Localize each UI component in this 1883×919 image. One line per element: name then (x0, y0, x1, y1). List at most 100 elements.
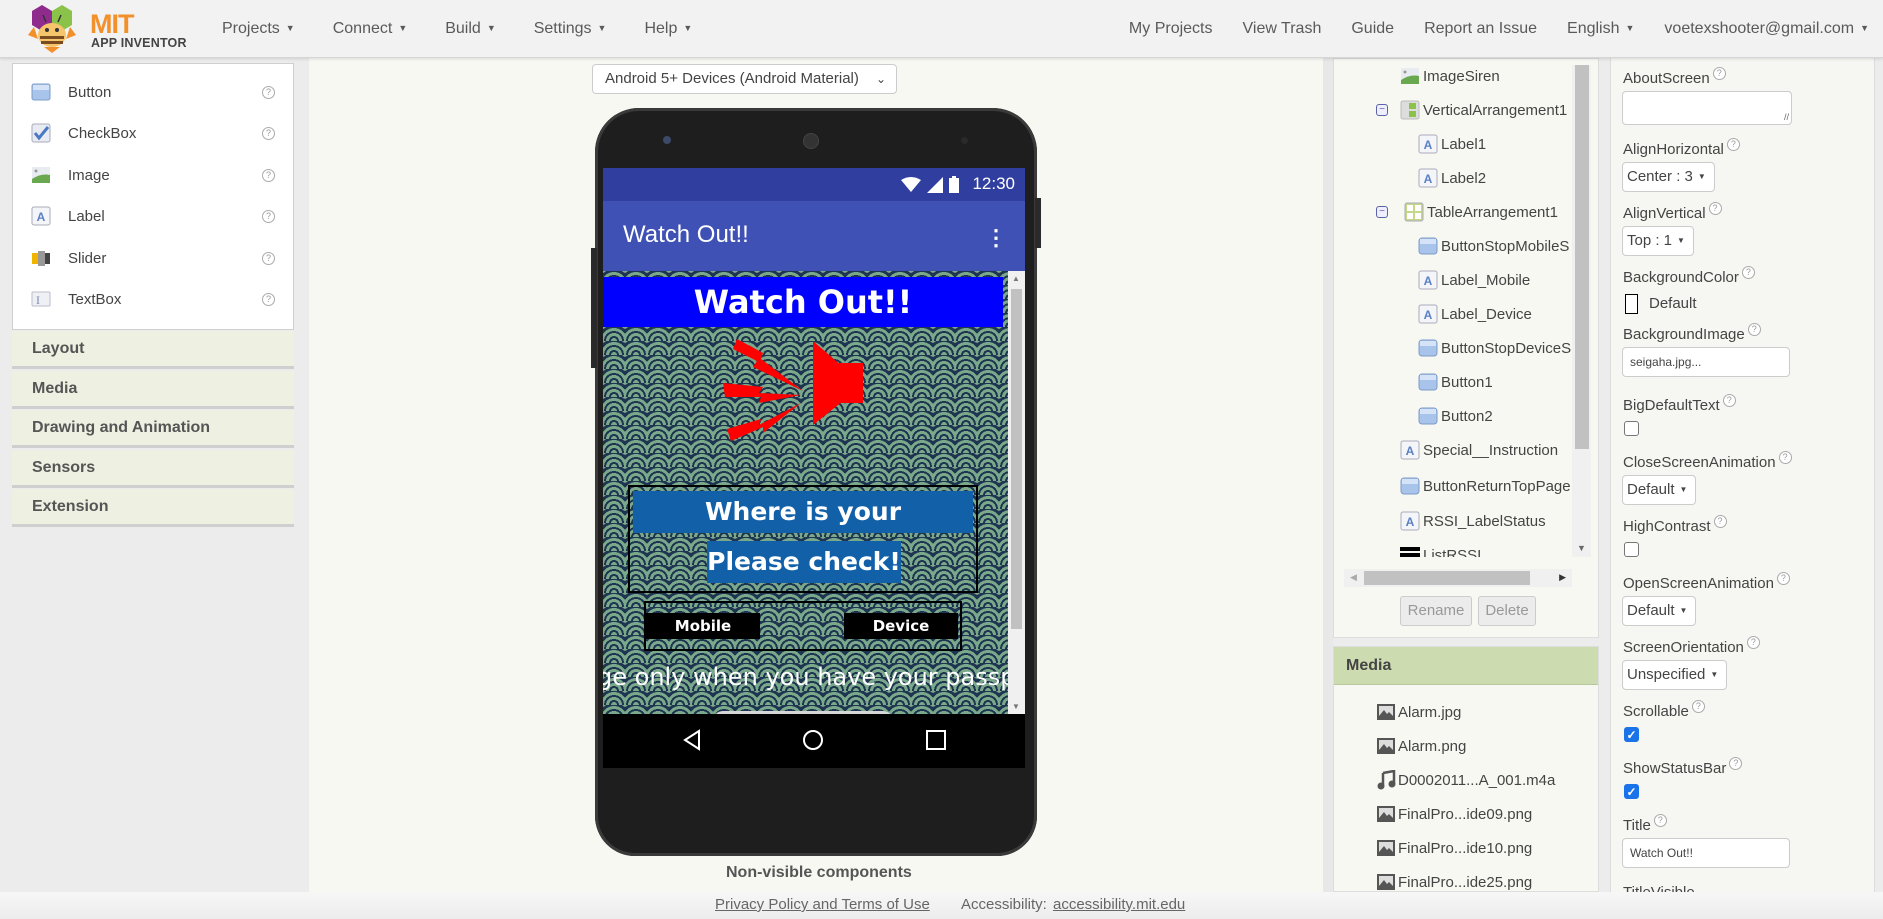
mobile-button[interactable]: Mobile (646, 613, 760, 639)
app-inventor-logo[interactable]: MIT APP INVENTOR (28, 5, 188, 53)
menu-build[interactable]: Build ▼ (445, 20, 496, 38)
align-vertical-select[interactable]: Top : 1 ▼ (1622, 226, 1694, 256)
palette-item-slider[interactable]: Slider ? (13, 243, 293, 273)
help-icon[interactable]: ? (262, 126, 275, 140)
vertical-arrangement[interactable]: Where is your passport? Please check! (628, 485, 978, 593)
title-field[interactable]: Watch Out!! (1622, 838, 1790, 868)
scroll-down-icon[interactable]: ▼ (1012, 702, 1020, 711)
drawer-extension[interactable]: Extension (12, 489, 294, 527)
background-image-field[interactable]: seigaha.jpg... (1622, 347, 1790, 377)
tree-node[interactable]: Button1 (1418, 372, 1493, 392)
resize-grip-icon[interactable]: // (1784, 112, 1789, 122)
back-icon[interactable] (681, 728, 703, 752)
screen-orientation-select[interactable]: Unspecified ▼ (1622, 660, 1728, 690)
tree-node[interactable]: ListRSSI (1400, 545, 1481, 557)
show-status-bar-checkbox[interactable]: ✓ (1624, 784, 1639, 799)
palette-item-image[interactable]: Image ? (13, 160, 293, 190)
palette-item-textbox[interactable]: I TextBox ? (13, 284, 293, 314)
recents-icon[interactable] (925, 728, 947, 752)
guide-link[interactable]: Guide (1351, 20, 1394, 38)
delete-button[interactable]: Delete (1478, 596, 1536, 626)
language-menu[interactable]: English ▼ (1567, 20, 1634, 38)
help-icon[interactable]: ? (1741, 266, 1755, 279)
overflow-menu-icon[interactable]: ⋮ (985, 225, 1007, 251)
drawer-media[interactable]: Media (12, 371, 294, 409)
align-horizontal-select[interactable]: Center : 3 ▼ (1622, 162, 1715, 192)
label2[interactable]: Please check! (707, 541, 901, 583)
label1[interactable]: Where is your passport? (633, 491, 973, 568)
view-trash-link[interactable]: View Trash (1243, 20, 1322, 38)
screen-scrollbar[interactable]: ▲ ▼ (1008, 271, 1025, 714)
tree-node[interactable]: A Label1 (1418, 134, 1486, 154)
media-item[interactable]: FinalPro...ide25.png (1376, 872, 1532, 892)
drawer-layout[interactable]: Layout (12, 331, 294, 369)
scrollable-checkbox[interactable]: ✓ (1624, 727, 1639, 742)
help-icon[interactable]: ? (262, 292, 275, 306)
tree-node[interactable]: ImageSiren (1400, 66, 1500, 86)
tree-node[interactable]: ButtonReturnTopPage (1400, 476, 1571, 496)
help-icon[interactable]: ? (1778, 451, 1792, 464)
open-screen-animation-select[interactable]: Default ▼ (1622, 596, 1697, 626)
tree-node[interactable]: A Label2 (1418, 168, 1486, 188)
scroll-down-icon[interactable]: ▼ (1577, 543, 1586, 553)
siren-image[interactable] (723, 333, 883, 443)
scrollbar-thumb[interactable] (1364, 571, 1530, 585)
banner-label[interactable]: Watch Out!! (603, 277, 1003, 327)
palette-item-label[interactable]: A Label ? (13, 201, 293, 231)
help-icon[interactable]: ? (1729, 757, 1743, 770)
help-icon[interactable]: ? (1653, 814, 1667, 827)
tree-node[interactable]: Button2 (1418, 406, 1493, 426)
menu-settings[interactable]: Settings ▼ (534, 20, 607, 38)
table-arrangement[interactable]: Mobile Device (644, 601, 962, 651)
close-screen-animation-select[interactable]: Default ▼ (1622, 475, 1697, 505)
scroll-up-icon[interactable]: ▲ (1012, 274, 1020, 283)
help-icon[interactable]: ? (1726, 138, 1740, 151)
my-projects-link[interactable]: My Projects (1129, 20, 1213, 38)
menu-projects[interactable]: Projects ▼ (222, 20, 295, 38)
collapse-toggle-icon[interactable]: − (1376, 206, 1388, 218)
privacy-policy-link[interactable]: Privacy Policy and Terms of Use (715, 896, 930, 913)
background-color-value[interactable]: Default (1649, 295, 1697, 312)
rename-button[interactable]: Rename (1400, 596, 1472, 626)
tree-horizontal-scrollbar[interactable]: ◀ ▶ (1344, 569, 1572, 587)
media-item[interactable]: D0002011...A_001.m4a (1376, 770, 1555, 790)
device-preview-select[interactable]: Android 5+ Devices (Android Material) ⌄ (592, 64, 897, 94)
media-item[interactable]: Alarm.jpg (1376, 702, 1461, 722)
tree-node[interactable]: TableArrangement1 (1404, 202, 1558, 222)
media-item[interactable]: FinalPro...ide10.png (1376, 838, 1532, 858)
about-screen-textarea[interactable]: // (1622, 91, 1792, 125)
accessibility-link[interactable]: accessibility.mit.edu (1053, 896, 1185, 913)
palette-item-button[interactable]: Button ? (13, 77, 293, 107)
media-item[interactable]: Alarm.png (1376, 736, 1466, 756)
help-icon[interactable]: ? (1691, 700, 1705, 713)
help-icon[interactable]: ? (262, 168, 275, 182)
tree-node[interactable]: A RSSI_LabelStatus (1400, 511, 1546, 531)
help-icon[interactable]: ? (1747, 323, 1761, 336)
background-color-swatch[interactable] (1625, 294, 1638, 314)
tree-node[interactable]: VerticalArrangement1 (1400, 100, 1567, 120)
tree-node[interactable]: A Label_Mobile (1418, 270, 1530, 290)
account-menu[interactable]: voetexshooter@gmail.com ▼ (1664, 20, 1869, 38)
scrollbar-thumb[interactable] (1011, 289, 1022, 629)
scroll-left-icon[interactable]: ◀ (1350, 572, 1357, 583)
help-icon[interactable]: ? (1713, 515, 1727, 528)
drawer-drawing-animation[interactable]: Drawing and Animation (12, 410, 294, 448)
tree-node[interactable]: ButtonStopMobileS (1418, 236, 1569, 256)
special-instruction-label[interactable]: ge only when you have your passpor (603, 663, 1008, 691)
help-icon[interactable]: ? (1712, 67, 1726, 80)
media-item[interactable]: FinalPro...ide09.png (1376, 804, 1532, 824)
report-issue-link[interactable]: Report an Issue (1424, 20, 1537, 38)
tree-node[interactable]: ButtonStopDeviceS (1418, 338, 1571, 358)
palette-item-checkbox[interactable]: CheckBox ? (13, 118, 293, 148)
help-icon[interactable]: ? (262, 85, 275, 99)
help-icon[interactable]: ? (262, 209, 275, 223)
big-default-text-checkbox[interactable] (1624, 421, 1639, 436)
menu-connect[interactable]: Connect ▼ (333, 20, 408, 38)
tree-node[interactable]: A Label_Device (1418, 304, 1532, 324)
menu-help[interactable]: Help ▼ (644, 20, 692, 38)
scroll-right-icon[interactable]: ▶ (1559, 572, 1566, 583)
device-button[interactable]: Device (844, 613, 958, 639)
drawer-sensors[interactable]: Sensors (12, 450, 294, 488)
help-icon[interactable]: ? (1746, 636, 1760, 649)
help-icon[interactable]: ? (1776, 572, 1790, 585)
